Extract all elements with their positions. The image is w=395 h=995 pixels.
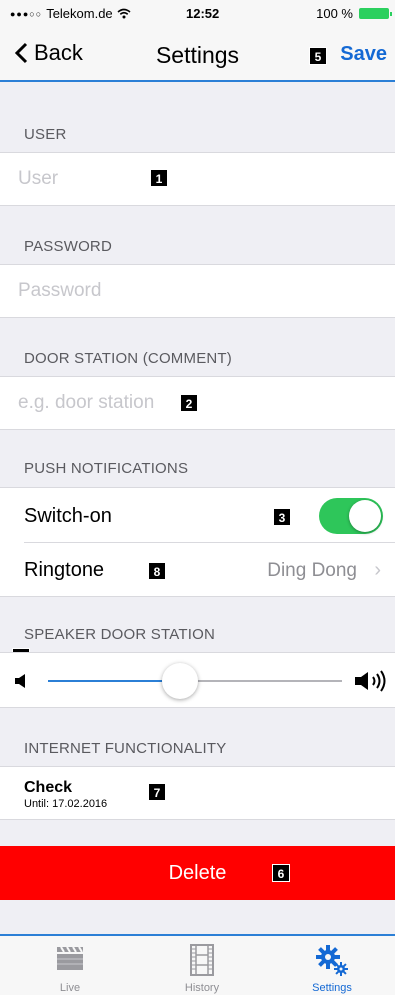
callout-6: 6: [272, 864, 290, 882]
battery-icon: [359, 8, 392, 19]
delete-label: Delete: [168, 862, 227, 884]
check-until: Until: 17.02.2016: [24, 798, 108, 810]
save-button[interactable]: Save: [340, 43, 387, 66]
check-label: Check: [24, 779, 73, 796]
tab-settings-label: Settings: [312, 982, 352, 994]
switch-on-label: Switch-on: [24, 505, 112, 527]
callout-2: 2: [180, 394, 198, 412]
push-toggle[interactable]: [319, 498, 383, 534]
internet-check-row[interactable]: Check Until: 17.02.2016 7: [0, 766, 395, 820]
chevron-left-icon: [14, 42, 28, 64]
door-station-row: 2: [0, 376, 395, 430]
status-time: 12:52: [186, 6, 220, 21]
status-bar: ●●●○○ Telekom.de 12:52 100 %: [0, 0, 395, 26]
callout-8: 8: [148, 562, 166, 580]
back-label: Back: [34, 40, 83, 65]
tab-bar: Live History Settings: [0, 934, 395, 995]
signal-strength-icon: ●●●○○: [10, 8, 43, 19]
password-input[interactable]: [18, 265, 385, 317]
tab-live[interactable]: Live: [4, 936, 136, 995]
gears-icon: [316, 945, 348, 976]
callout-7: 7: [148, 783, 166, 801]
section-header-door-station: DOOR STATION (COMMENT): [24, 350, 232, 367]
tab-live-label: Live: [59, 982, 81, 994]
wifi-icon: [117, 8, 131, 19]
ringtone-row[interactable]: Ringtone 8 Ding Dong ›: [0, 543, 395, 597]
delete-button[interactable]: Delete 6: [0, 846, 395, 900]
nav-bar: Back Settings 5 Save: [0, 26, 395, 82]
slider-track: [180, 680, 342, 682]
push-notifications-group: Switch-on 3 Ringtone 8 Ding Dong ›: [0, 487, 395, 597]
section-header-password: PASSWORD: [24, 238, 112, 255]
chevron-right-icon: ›: [374, 559, 381, 581]
user-input[interactable]: [18, 153, 385, 205]
tab-history[interactable]: History: [136, 936, 268, 995]
status-right: 100 %: [316, 6, 392, 21]
clapperboard-icon: [57, 946, 83, 970]
tab-history-label: History: [184, 982, 220, 994]
callout-1: 1: [150, 169, 168, 187]
battery-percent: 100 %: [316, 6, 353, 21]
password-row: [0, 264, 395, 318]
volume-high-icon: [355, 670, 386, 692]
user-row: 1: [0, 152, 395, 206]
ringtone-value: Ding Dong: [267, 560, 357, 581]
toggle-knob: [349, 500, 381, 532]
ringtone-label: Ringtone: [24, 559, 105, 581]
tab-settings[interactable]: Settings: [266, 936, 395, 995]
callout-5: 5: [309, 47, 327, 65]
section-header-internet: INTERNET FUNCTIONALITY: [24, 740, 227, 757]
speaker-row: [0, 652, 395, 708]
film-strip-icon: [190, 944, 214, 976]
section-header-speaker: SPEAKER DOOR STATION: [24, 626, 215, 643]
carrier-name: Telekom.de: [46, 6, 113, 21]
slider-thumb[interactable]: [162, 663, 199, 699]
door-station-input[interactable]: [18, 377, 385, 429]
status-left: ●●●○○ Telekom.de: [10, 6, 131, 21]
callout-3: 3: [273, 508, 291, 526]
back-button[interactable]: Back: [14, 40, 83, 66]
section-header-user: USER: [24, 126, 67, 143]
slider-fill: [48, 680, 181, 682]
section-header-push: PUSH NOTIFICATIONS: [24, 460, 189, 477]
volume-low-icon: [15, 674, 25, 688]
volume-slider[interactable]: [48, 653, 342, 709]
